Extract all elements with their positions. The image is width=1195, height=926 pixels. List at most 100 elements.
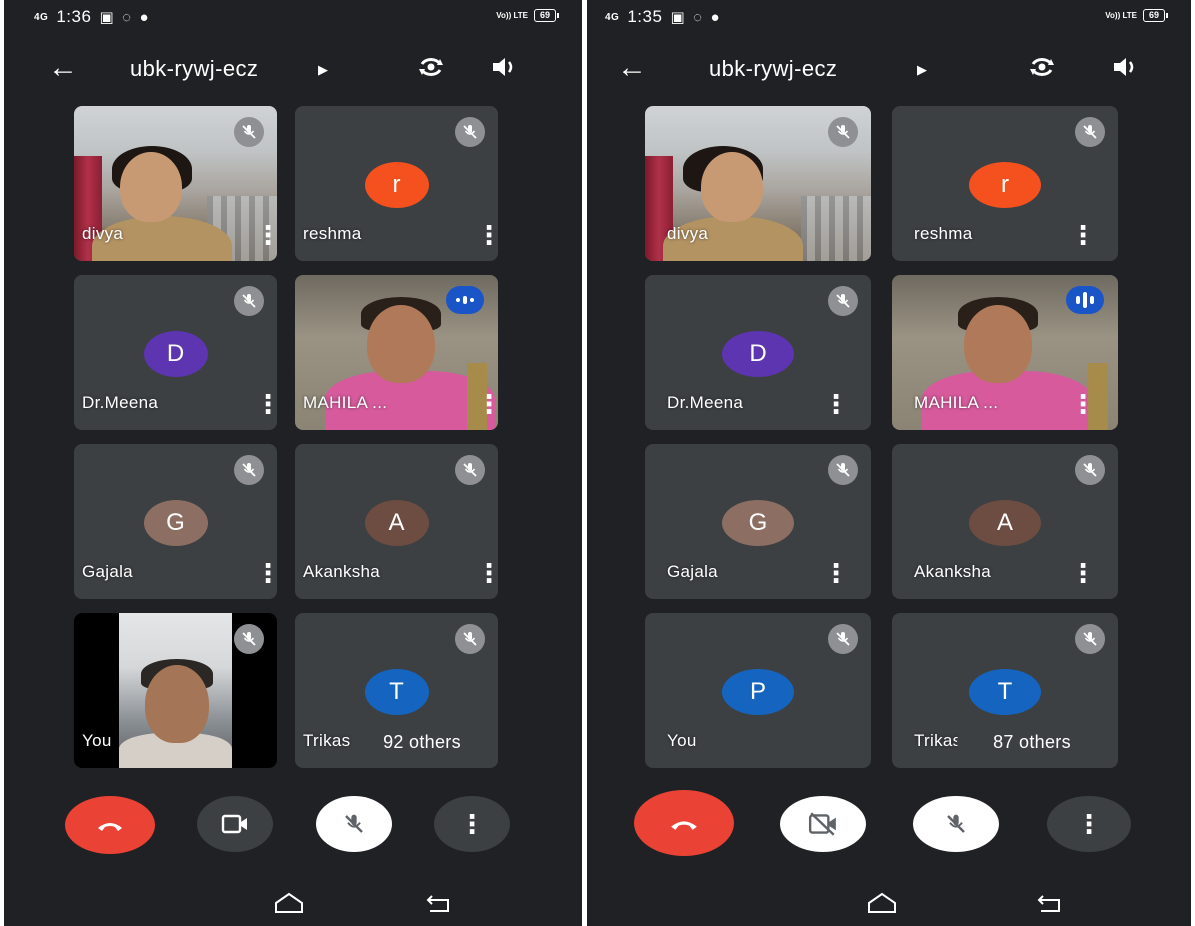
- avatar: T: [969, 669, 1041, 715]
- more-vert-icon[interactable]: ⋮: [1070, 560, 1096, 586]
- telegram-icon: ●: [139, 8, 150, 26]
- caret-right-icon[interactable]: ▶: [318, 62, 328, 78]
- participant-name: Trikas: [303, 731, 351, 750]
- mic-off-icon: [828, 286, 858, 316]
- participant-tile[interactable]: D Dr.Meena ⋮: [74, 275, 277, 430]
- hang-up-icon: [671, 820, 697, 830]
- more-vert-icon[interactable]: ⋮: [255, 391, 277, 417]
- speaking-indicator-icon: [446, 286, 484, 314]
- participant-name: divya: [667, 224, 709, 243]
- avatar: r: [364, 162, 429, 208]
- battery-icon: 69: [533, 9, 560, 22]
- more-vert-icon[interactable]: ⋮: [255, 560, 277, 586]
- gallery-icon: ▣: [670, 9, 686, 26]
- others-count-chip[interactable]: 92 others: [356, 724, 488, 760]
- videocam-off-icon: [808, 812, 836, 836]
- speaker-icon[interactable]: [490, 54, 518, 80]
- participant-tile[interactable]: divya: [645, 106, 871, 261]
- back-arrow-icon[interactable]: ←: [617, 50, 647, 86]
- more-vert-icon: ⋮: [459, 808, 485, 839]
- meeting-code[interactable]: ubk-rywj-ecz: [709, 56, 837, 82]
- participant-name: reshma: [914, 224, 973, 243]
- videocam-icon: [221, 814, 247, 834]
- participant-name: Gajala: [667, 562, 718, 581]
- participant-name: You: [82, 731, 112, 750]
- back-nav-icon[interactable]: [1033, 890, 1067, 916]
- more-vert-icon[interactable]: ⋮: [476, 560, 498, 586]
- battery-icon: 69: [1142, 9, 1169, 22]
- camera-toggle-button[interactable]: [780, 796, 866, 852]
- others-count-chip[interactable]: 87 others: [957, 724, 1107, 760]
- mic-off-icon: [345, 814, 363, 833]
- meeting-code[interactable]: ubk-rywj-ecz: [130, 56, 258, 82]
- mic-off-icon: [947, 814, 965, 833]
- participant-tile[interactable]: G Gajala ⋮: [645, 444, 871, 599]
- mic-off-icon: [455, 624, 485, 654]
- more-options-button[interactable]: ⋮: [434, 796, 510, 852]
- meet-screen-1: 4G 1:36 ▣ ◌ ● Vo)) LTE 69 ← ubk-rywj-ecz…: [4, 0, 582, 926]
- participant-name: divya: [82, 224, 124, 243]
- mic-off-icon: [455, 117, 485, 147]
- switch-camera-icon[interactable]: [1027, 52, 1057, 82]
- participant-tile[interactable]: D Dr.Meena ⋮: [645, 275, 871, 430]
- avatar: T: [364, 669, 429, 715]
- gallery-icon: ▣: [99, 9, 115, 26]
- mic-off-icon: [828, 455, 858, 485]
- participant-tile[interactable]: A Akanksha ⋮: [892, 444, 1118, 599]
- participant-name: Dr.Meena: [82, 393, 159, 412]
- mic-toggle-button[interactable]: [913, 796, 999, 852]
- camera-toggle-button[interactable]: [197, 796, 273, 852]
- avatar: r: [969, 162, 1041, 208]
- participant-tile[interactable]: r reshma ⋮: [295, 106, 498, 261]
- more-vert-icon[interactable]: ⋮: [823, 391, 849, 417]
- more-vert-icon: ⋮: [1076, 808, 1102, 839]
- more-vert-icon[interactable]: ⋮: [1070, 391, 1096, 417]
- more-vert-icon[interactable]: ⋮: [1070, 222, 1096, 248]
- speaker-icon[interactable]: [1111, 54, 1139, 80]
- home-icon[interactable]: [272, 890, 306, 916]
- participant-name: MAHILA ...: [914, 393, 999, 412]
- caret-right-icon[interactable]: ▶: [917, 62, 927, 78]
- mic-off-icon: [1075, 455, 1105, 485]
- back-arrow-icon[interactable]: ←: [48, 50, 78, 86]
- lte-icon: Vo)) LTE: [1105, 10, 1137, 20]
- more-vert-icon[interactable]: ⋮: [823, 560, 849, 586]
- home-icon[interactable]: [865, 890, 899, 916]
- mic-off-icon: [828, 624, 858, 654]
- participant-name: Akanksha: [303, 562, 381, 581]
- switch-camera-icon[interactable]: [416, 52, 446, 82]
- participant-tile[interactable]: MAHILA ... ⋮: [892, 275, 1118, 430]
- avatar: A: [364, 500, 429, 546]
- lte-icon: Vo)) LTE: [496, 10, 528, 20]
- participant-tile[interactable]: r reshma ⋮: [892, 106, 1118, 261]
- more-vert-icon[interactable]: ⋮: [476, 222, 498, 248]
- top-bar: ← ubk-rywj-ecz ▶: [587, 44, 1191, 94]
- more-options-button[interactable]: ⋮: [1047, 796, 1131, 852]
- participant-tile[interactable]: A Akanksha ⋮: [295, 444, 498, 599]
- mic-off-icon: [828, 117, 858, 147]
- mic-off-icon: [234, 455, 264, 485]
- mic-off-icon: [234, 624, 264, 654]
- participant-tile[interactable]: MAHILA ... ⋮: [295, 275, 498, 430]
- mic-off-icon: [1075, 624, 1105, 654]
- more-vert-icon[interactable]: ⋮: [476, 391, 498, 417]
- end-call-button[interactable]: [634, 790, 734, 856]
- participant-name: Akanksha: [914, 562, 992, 581]
- status-bar: 4G 1:36 ▣ ◌ ● Vo)) LTE 69: [4, 0, 582, 34]
- participant-name: Gajala: [82, 562, 133, 581]
- meet-screen-2: 4G 1:35 ▣ ◌ ● Vo)) LTE 69 ← ubk-rywj-ecz…: [587, 0, 1191, 926]
- more-vert-icon[interactable]: ⋮: [255, 222, 277, 248]
- back-nav-icon[interactable]: [422, 890, 456, 916]
- self-tile[interactable]: P You: [645, 613, 871, 768]
- participant-tile[interactable]: divya ⋮: [74, 106, 277, 261]
- participant-name: reshma: [303, 224, 362, 243]
- participant-tile[interactable]: G Gajala ⋮: [74, 444, 277, 599]
- mic-toggle-button[interactable]: [316, 796, 392, 852]
- self-tile[interactable]: You: [74, 613, 277, 768]
- end-call-button[interactable]: [65, 796, 155, 854]
- avatar: D: [143, 331, 208, 377]
- avatar: P: [722, 669, 794, 715]
- top-bar: ← ubk-rywj-ecz ▶: [4, 44, 582, 94]
- avatar: G: [143, 500, 208, 546]
- mic-off-icon: [1075, 117, 1105, 147]
